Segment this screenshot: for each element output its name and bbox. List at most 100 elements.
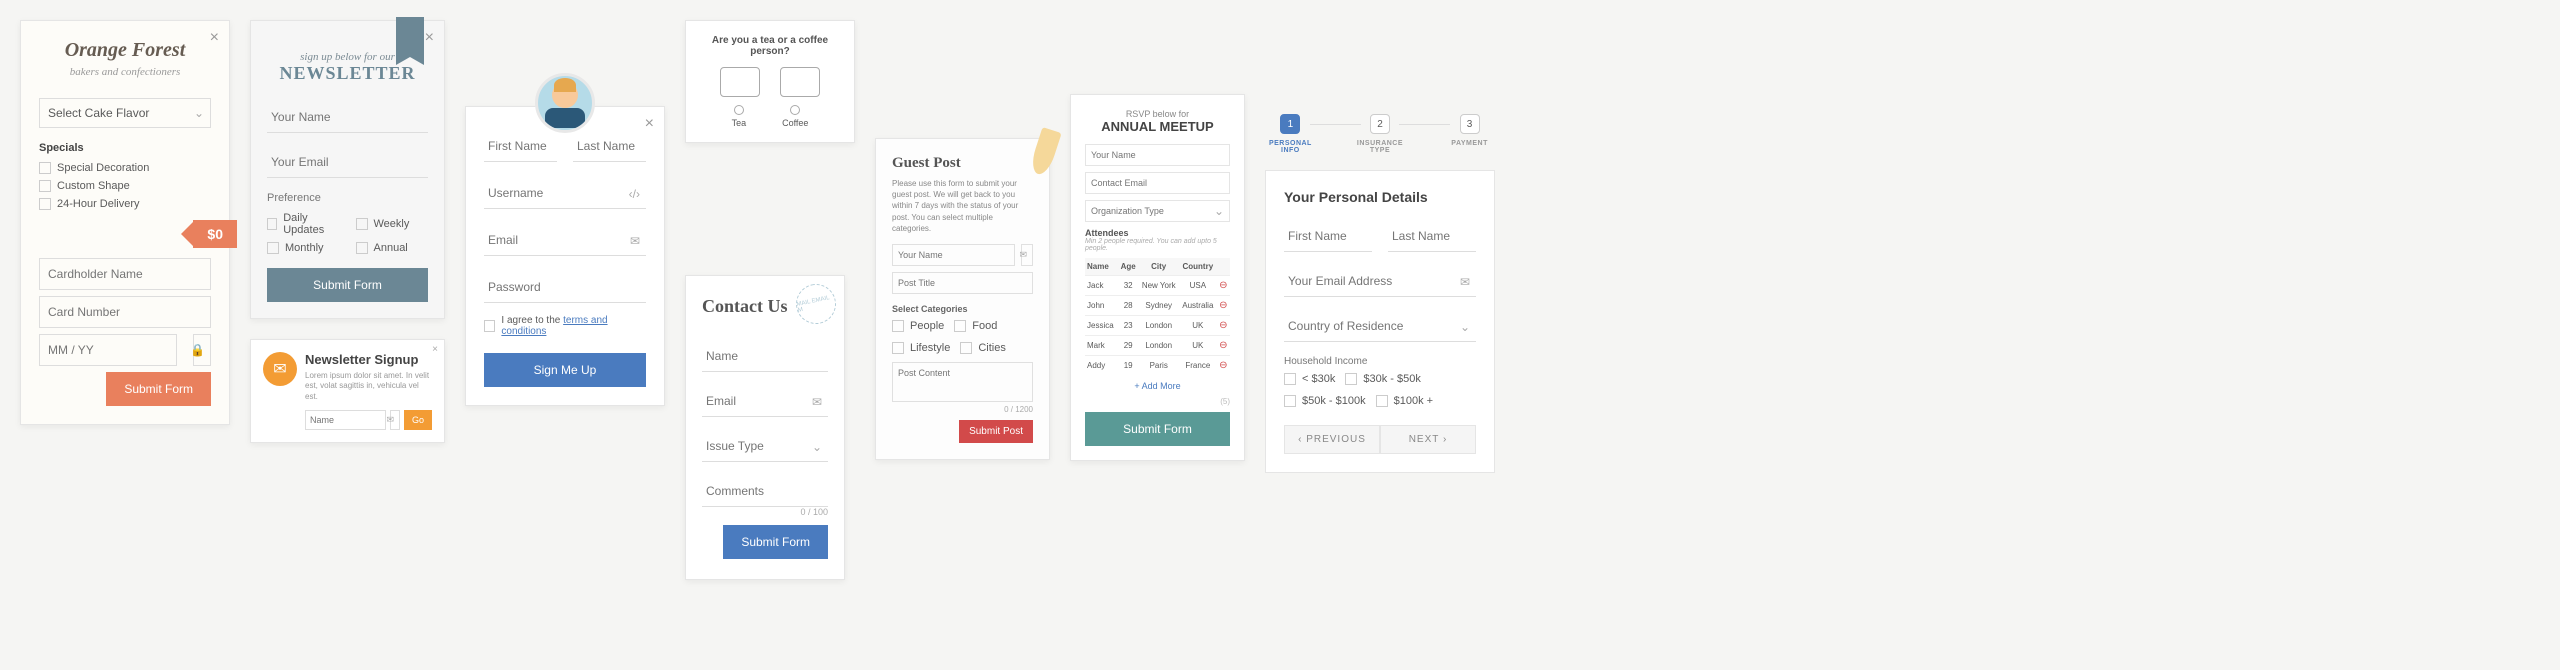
envelope-icon: ✉ bbox=[386, 415, 394, 426]
tea-radio[interactable]: Tea bbox=[732, 105, 747, 128]
flavor-select[interactable]: Select Cake Flavor ⌄ bbox=[39, 98, 211, 128]
flavor-placeholder: Select Cake Flavor bbox=[48, 106, 149, 120]
char-counter: 0 / 1200 bbox=[892, 405, 1033, 414]
first-name-input[interactable] bbox=[484, 131, 557, 162]
delete-icon[interactable]: ⊖ bbox=[1219, 360, 1227, 371]
card-title: Orange Forest bbox=[39, 39, 211, 62]
table-row: Jessica23LondonUK⊖ bbox=[1085, 316, 1230, 336]
orange-forest-card: × Orange Forest bakers and confectioners… bbox=[20, 20, 230, 425]
go-button[interactable]: Go bbox=[404, 410, 432, 430]
name-input[interactable] bbox=[305, 410, 386, 430]
avatar-icon bbox=[535, 73, 595, 133]
username-input[interactable] bbox=[484, 178, 646, 209]
pref-checkbox[interactable]: Annual bbox=[356, 242, 429, 254]
meetup-card: RSVP below for ANNUAL MEETUP ⌄ Attendees… bbox=[1070, 94, 1245, 461]
name-input[interactable] bbox=[1085, 144, 1230, 166]
ribbon-icon bbox=[396, 17, 424, 57]
income-radio[interactable]: < $30k bbox=[1284, 373, 1335, 385]
close-icon[interactable]: × bbox=[425, 29, 434, 47]
expiry-input[interactable] bbox=[39, 334, 177, 366]
step-personal[interactable]: 1PERSONAL INFO bbox=[1265, 114, 1316, 154]
code-icon: ‹/› bbox=[629, 187, 640, 201]
name-input[interactable] bbox=[702, 341, 828, 372]
pencil-icon bbox=[1028, 127, 1061, 177]
close-icon[interactable]: × bbox=[645, 115, 654, 133]
step-payment[interactable]: 3PAYMENT bbox=[1444, 114, 1495, 147]
special-checkbox[interactable]: Custom Shape bbox=[39, 180, 211, 192]
name-input[interactable] bbox=[892, 244, 1015, 266]
password-input[interactable] bbox=[484, 272, 646, 303]
submit-button[interactable]: Submit Form bbox=[723, 525, 828, 559]
table-row: John28SydneyAustralia⊖ bbox=[1085, 296, 1230, 316]
table-row: Jack32New YorkUSA⊖ bbox=[1085, 276, 1230, 296]
cat-checkbox[interactable]: Lifestyle bbox=[892, 342, 950, 354]
coffee-radio[interactable]: Coffee bbox=[782, 105, 808, 128]
prev-button[interactable]: ‹ PREVIOUS bbox=[1284, 425, 1380, 454]
newsletter-card: × sign up below for our NEWSLETTER Prefe… bbox=[250, 20, 445, 319]
add-more-link[interactable]: + Add More bbox=[1085, 381, 1230, 391]
email-input[interactable] bbox=[1085, 172, 1230, 194]
last-name-input[interactable] bbox=[1388, 221, 1476, 252]
comments-input[interactable] bbox=[702, 476, 828, 507]
poll-card: Are you a tea or a coffee person? Tea Co… bbox=[685, 20, 855, 143]
income-label: Household Income bbox=[1284, 356, 1476, 367]
submit-button[interactable]: Submit Form bbox=[267, 268, 428, 302]
strip-title: Newsletter Signup bbox=[305, 352, 432, 367]
newsletter-title: NEWSLETTER bbox=[267, 63, 428, 84]
org-select[interactable] bbox=[1085, 200, 1230, 222]
issue-select[interactable] bbox=[702, 431, 828, 462]
email-input[interactable] bbox=[702, 386, 828, 417]
step-insurance[interactable]: 2INSURANCE TYPE bbox=[1355, 114, 1406, 154]
chevron-down-icon: ⌄ bbox=[812, 440, 822, 454]
cardnumber-input[interactable] bbox=[39, 296, 211, 328]
cardholder-input[interactable] bbox=[39, 258, 211, 290]
cat-checkbox[interactable]: People bbox=[892, 320, 944, 332]
income-radio[interactable]: $50k - $100k bbox=[1284, 395, 1366, 407]
pref-checkbox[interactable]: Daily Updates bbox=[267, 212, 340, 236]
last-name-input[interactable] bbox=[573, 131, 646, 162]
panel-title: Your Personal Details bbox=[1284, 189, 1476, 205]
income-radio[interactable]: $30k - $50k bbox=[1345, 373, 1420, 385]
wizard-card: 1PERSONAL INFO 2INSURANCE TYPE 3PAYMENT … bbox=[1265, 114, 1495, 473]
income-radio[interactable]: $100k + bbox=[1376, 395, 1433, 407]
meetup-title: ANNUAL MEETUP bbox=[1085, 119, 1230, 134]
card-subtitle: bakers and confectioners bbox=[39, 66, 211, 78]
strip-desc: Lorem ipsum dolor sit amet. In velit est… bbox=[305, 371, 432, 402]
pref-checkbox[interactable]: Weekly bbox=[356, 212, 429, 236]
delete-icon[interactable]: ⊖ bbox=[1219, 340, 1227, 351]
special-checkbox[interactable]: Special Decoration bbox=[39, 162, 211, 174]
next-button[interactable]: NEXT › bbox=[1380, 425, 1476, 454]
terms-checkbox[interactable]: I agree to the terms and conditions bbox=[484, 315, 646, 337]
envelope-icon: ✉ bbox=[630, 234, 640, 248]
email-input[interactable] bbox=[484, 225, 646, 256]
country-select[interactable] bbox=[1284, 311, 1476, 342]
signup-button[interactable]: Sign Me Up bbox=[484, 353, 646, 387]
cat-checkbox[interactable]: Food bbox=[954, 320, 997, 332]
attendees-note: Min 2 people required. You can add upto … bbox=[1085, 238, 1230, 252]
submit-button[interactable]: Submit Form bbox=[1085, 412, 1230, 446]
first-name-input[interactable] bbox=[1284, 221, 1372, 252]
table-row: Mark29LondonUK⊖ bbox=[1085, 336, 1230, 356]
envelope-icon: ✉ bbox=[263, 352, 297, 386]
stamp-icon: MAIL EMAIL M bbox=[792, 280, 839, 327]
delete-icon[interactable]: ⊖ bbox=[1219, 280, 1227, 291]
submit-button[interactable]: Submit Form bbox=[106, 372, 211, 406]
delete-icon[interactable]: ⊖ bbox=[1219, 320, 1227, 331]
email-input[interactable] bbox=[1284, 266, 1476, 297]
step-indicator: 1PERSONAL INFO 2INSURANCE TYPE 3PAYMENT bbox=[1265, 114, 1495, 154]
name-input[interactable] bbox=[267, 102, 428, 133]
cat-checkbox[interactable]: Cities bbox=[960, 342, 1006, 354]
price-tag: $0 bbox=[193, 220, 237, 248]
attendees-table: Name Age City Country Jack32New YorkUSA⊖… bbox=[1085, 258, 1230, 375]
guest-title: Guest Post bbox=[892, 155, 1033, 172]
categories-label: Select Categories bbox=[892, 304, 1033, 314]
delete-icon[interactable]: ⊖ bbox=[1219, 300, 1227, 311]
post-content-input[interactable] bbox=[892, 362, 1033, 402]
special-checkbox[interactable]: 24-Hour Delivery bbox=[39, 198, 211, 210]
close-icon[interactable]: × bbox=[210, 29, 219, 47]
pref-checkbox[interactable]: Monthly bbox=[267, 242, 340, 254]
close-icon[interactable]: × bbox=[432, 344, 438, 355]
email-input[interactable] bbox=[267, 147, 428, 178]
submit-button[interactable]: Submit Post bbox=[959, 420, 1033, 443]
post-title-input[interactable] bbox=[892, 272, 1033, 294]
